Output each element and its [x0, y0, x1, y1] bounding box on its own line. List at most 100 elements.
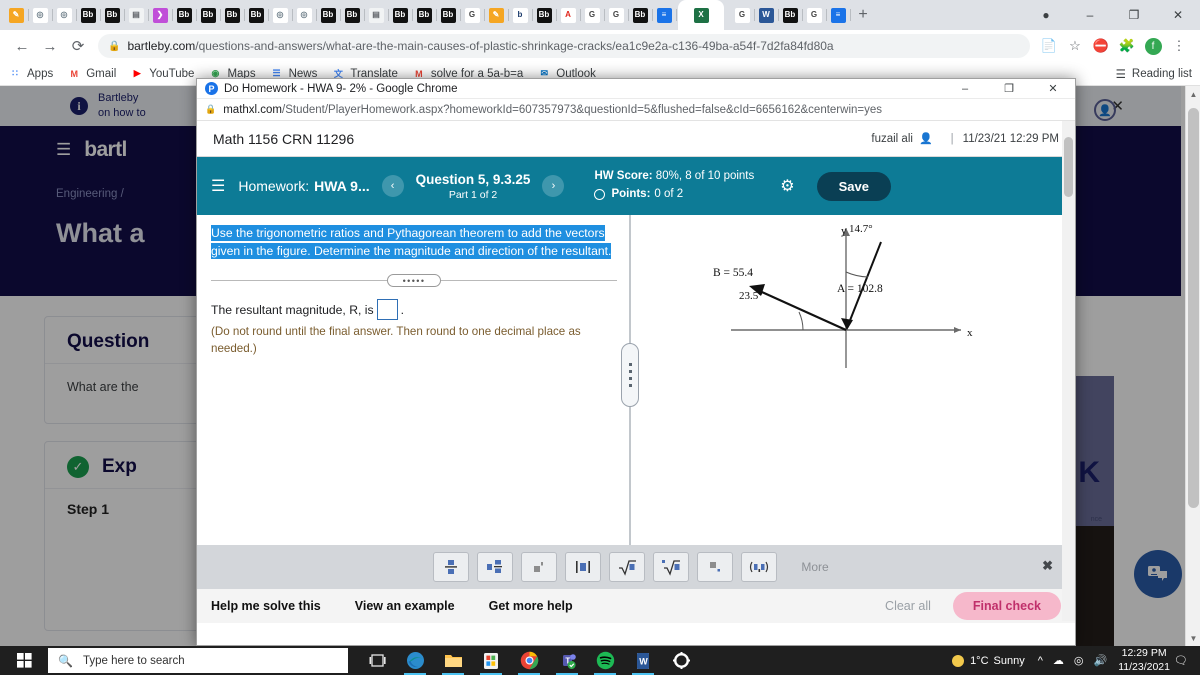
previous-question-button[interactable]: ‹ — [381, 175, 404, 197]
next-question-button[interactable]: › — [542, 175, 565, 197]
get-more-help-link[interactable]: Get more help — [489, 599, 573, 613]
popup-scrollbar-thumb[interactable] — [1064, 137, 1073, 197]
browser-tab[interactable]: Bb — [629, 4, 653, 26]
browser-tab[interactable]: Bb — [389, 4, 413, 26]
three-dot-menu-icon[interactable]: ⋮ — [1166, 33, 1192, 59]
browser-tab[interactable]: Bb — [317, 4, 341, 26]
popup-maximize-button[interactable]: ❐ — [987, 79, 1031, 99]
scrollbar-thumb[interactable] — [1188, 108, 1199, 508]
chevron-up-icon[interactable]: ^ — [1038, 655, 1043, 667]
browser-tab[interactable]: ≡ — [653, 4, 677, 26]
browser-tab[interactable]: Bb — [197, 4, 221, 26]
browser-tab[interactable]: Bb — [101, 4, 125, 26]
settings-gear-icon[interactable] — [662, 646, 700, 675]
popup-minimize-button[interactable]: – — [943, 79, 987, 99]
browser-tab[interactable]: G — [461, 4, 485, 26]
onedrive-icon[interactable]: ☁ — [1053, 654, 1064, 667]
more-button[interactable]: More — [787, 552, 843, 582]
star-icon[interactable]: ☆ — [1062, 33, 1088, 59]
browser-tab[interactable]: b — [509, 4, 533, 26]
browser-tab[interactable]: ✎ — [5, 4, 29, 26]
weather-widget[interactable]: 1°C Sunny — [952, 654, 1025, 667]
address-bar[interactable]: 🔒 bartleby.com/questions-and-answers/wha… — [98, 34, 1030, 58]
scroll-down-arrow-icon[interactable]: ▼ — [1186, 630, 1200, 646]
gear-icon[interactable]: ⚙ — [780, 176, 794, 196]
new-tab-button[interactable]: + — [850, 2, 876, 28]
reload-button[interactable]: ⟳ — [64, 32, 92, 60]
search-input[interactable]: 🔍 Type here to search — [48, 648, 348, 673]
nth-root-button[interactable] — [653, 552, 690, 582]
popup-close-button[interactable]: ✕ — [1031, 79, 1075, 99]
browser-tab[interactable]: ◎ — [269, 4, 293, 26]
save-button[interactable]: Save — [816, 171, 891, 201]
homework-name[interactable]: HWA 9... — [314, 178, 370, 194]
edge-icon[interactable] — [396, 646, 434, 675]
browser-tab[interactable]: A — [557, 4, 581, 26]
page-scrollbar[interactable]: ▲ ▼ — [1185, 86, 1200, 646]
profile-avatar-icon[interactable]: f — [1140, 33, 1166, 59]
bookmark-item[interactable]: M Gmail — [67, 67, 116, 81]
browser-tab[interactable]: ▤ — [125, 4, 149, 26]
puzzle-extension-icon[interactable]: 🧩 — [1114, 33, 1140, 59]
divider-dots[interactable]: ••••• — [387, 274, 441, 288]
wifi-icon[interactable]: ◎ — [1074, 654, 1084, 667]
ordered-pair-button[interactable] — [741, 552, 778, 582]
browser-tab[interactable]: Bb — [245, 4, 269, 26]
back-button[interactable]: ← — [8, 32, 36, 60]
final-check-button[interactable]: Final check — [952, 592, 1061, 620]
task-view-icon[interactable] — [358, 646, 396, 675]
active-tab[interactable]: X — [678, 0, 724, 30]
chrome-icon[interactable] — [510, 646, 548, 675]
chrome-profile-icon[interactable]: ● — [1024, 0, 1068, 30]
notification-icon[interactable]: 🗨 — [1170, 654, 1192, 667]
fraction-button[interactable] — [433, 552, 470, 582]
absolute-value-button[interactable] — [565, 552, 602, 582]
browser-tab[interactable]: Bb — [437, 4, 461, 26]
browser-tab[interactable]: ▤ — [365, 4, 389, 26]
spotify-icon[interactable] — [586, 646, 624, 675]
browser-tab[interactable]: W — [755, 4, 779, 26]
mixed-number-button[interactable] — [477, 552, 514, 582]
browser-tab[interactable]: Bb — [77, 4, 101, 26]
answer-input[interactable] — [376, 299, 398, 321]
close-palette-icon[interactable]: ✖ — [1042, 558, 1053, 574]
forward-button[interactable]: → — [36, 32, 64, 60]
square-root-button[interactable] — [609, 552, 646, 582]
bookmark-item[interactable]: ▶ YouTube — [130, 67, 195, 81]
user-silhouette-icon[interactable]: 👤 — [919, 132, 933, 145]
volume-icon[interactable]: 🔊 — [1094, 654, 1108, 667]
clock[interactable]: 12:29 PM 11/23/2021 — [1118, 647, 1170, 673]
windows-start-icon[interactable] — [0, 646, 48, 675]
file-explorer-icon[interactable] — [434, 646, 472, 675]
teams-icon[interactable]: T — [548, 646, 586, 675]
hamburger-menu-icon[interactable]: ☰ — [211, 176, 225, 196]
clear-all-button[interactable]: Clear all — [885, 599, 931, 613]
browser-tab[interactable]: Bb — [341, 4, 365, 26]
minimize-button[interactable]: – — [1068, 0, 1112, 30]
popup-address-bar[interactable]: 🔒 mathxl.com/Student/PlayerHomework.aspx… — [197, 99, 1075, 121]
browser-tab[interactable]: Bb — [413, 4, 437, 26]
browser-tab[interactable]: G — [605, 4, 629, 26]
word-icon[interactable]: W — [624, 646, 662, 675]
browser-tab[interactable]: Bb — [173, 4, 197, 26]
reading-list-button[interactable]: ☰ Reading list — [1116, 67, 1192, 81]
exponent-button[interactable] — [521, 552, 558, 582]
browser-tab[interactable]: ≡ — [827, 4, 851, 26]
scroll-up-arrow-icon[interactable]: ▲ — [1186, 86, 1200, 102]
help-me-solve-this-link[interactable]: Help me solve this — [211, 599, 321, 613]
popup-scrollbar[interactable] — [1062, 121, 1075, 621]
browser-tab[interactable]: G — [803, 4, 827, 26]
microsoft-store-icon[interactable] — [472, 646, 510, 675]
browser-tab[interactable]: Bb — [221, 4, 245, 26]
browser-tab[interactable]: ❯ — [149, 4, 173, 26]
browser-tab[interactable]: G — [581, 4, 605, 26]
view-an-example-link[interactable]: View an example — [355, 599, 455, 613]
subscript-button[interactable] — [697, 552, 734, 582]
browser-tab[interactable]: ◎ — [29, 4, 53, 26]
browser-tab[interactable]: Bb — [779, 4, 803, 26]
browser-tab[interactable]: ◎ — [53, 4, 77, 26]
bookmark-item[interactable]: ∷ Apps — [8, 67, 53, 81]
browser-tab[interactable]: ✎ — [485, 4, 509, 26]
close-button[interactable]: ✕ — [1156, 0, 1200, 30]
bookmark-folder-icon[interactable]: 📄 — [1036, 33, 1062, 59]
